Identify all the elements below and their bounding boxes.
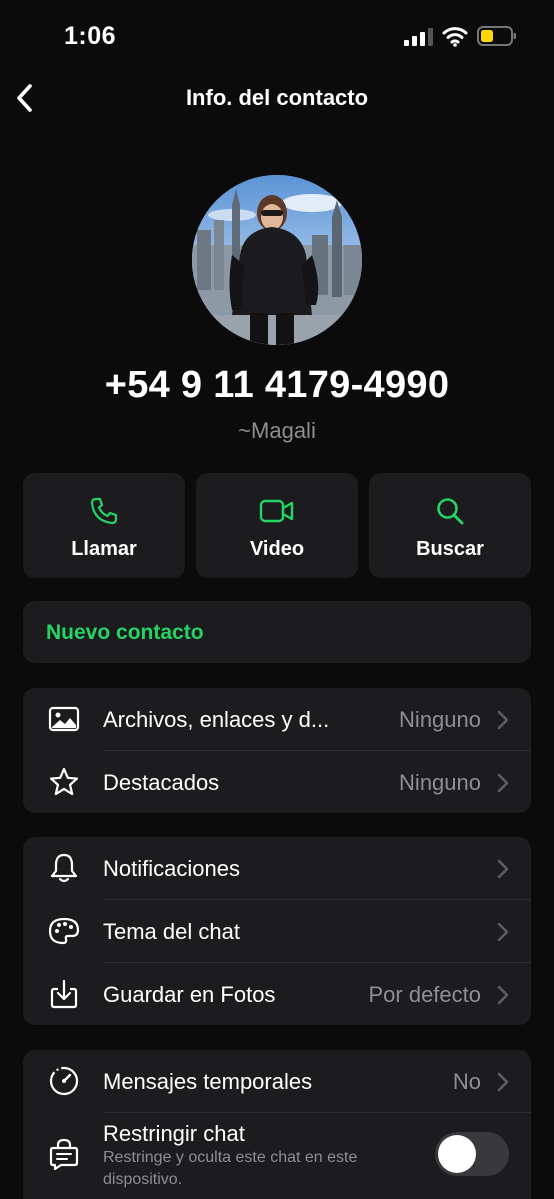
- privacy-group: Mensajes temporales No Restringir chat R…: [23, 1050, 531, 1199]
- search-button[interactable]: Buscar: [369, 473, 531, 578]
- video-call-button[interactable]: Video: [196, 473, 358, 578]
- chevron-right-icon: [497, 710, 509, 730]
- video-call-button-label: Video: [249, 538, 305, 560]
- status-time: 1:06: [64, 22, 117, 50]
- timer-icon: [49, 1066, 79, 1096]
- media-links-docs-label: Archivos, enlaces y d...: [103, 707, 330, 732]
- download-icon: [50, 979, 78, 1009]
- chat-theme-label: Tema del chat: [103, 919, 240, 944]
- contact-push-name: ~Magali: [238, 418, 316, 443]
- search-icon: [437, 498, 464, 525]
- chat-theme-row[interactable]: Tema del chat: [23, 900, 531, 962]
- new-contact-label: Nuevo contacto: [46, 621, 204, 644]
- chevron-right-icon: [497, 985, 509, 1005]
- palette-icon: [48, 917, 80, 945]
- navigation-bar: Info. del contacto: [0, 74, 554, 124]
- video-icon: [259, 499, 294, 523]
- new-contact-button[interactable]: Nuevo contacto: [23, 601, 531, 663]
- bell-icon: [50, 853, 78, 883]
- wifi-icon: [442, 27, 468, 47]
- page-title: Info. del contacto: [185, 85, 369, 110]
- restrict-chat-row: Restringir chat Restringe y oculta este …: [23, 1113, 531, 1199]
- disappearing-messages-value: No: [452, 1069, 481, 1094]
- starred-messages-row[interactable]: Destacados Ninguno: [23, 751, 531, 813]
- battery-icon: [477, 26, 516, 46]
- avatar[interactable]: [192, 175, 362, 345]
- notifications-row[interactable]: Notificaciones: [23, 837, 531, 899]
- media-links-docs-value: Ninguno: [399, 707, 481, 732]
- call-button-label: Llamar: [71, 538, 137, 560]
- call-button[interactable]: Llamar: [23, 473, 185, 578]
- disappearing-messages-label: Mensajes temporales: [103, 1069, 313, 1094]
- contact-phone-number: +54 9 11 4179-4990: [104, 364, 450, 406]
- disappearing-messages-row[interactable]: Mensajes temporales No: [23, 1050, 531, 1112]
- starred-messages-label: Destacados: [103, 770, 220, 795]
- chevron-right-icon: [497, 773, 509, 793]
- chevron-right-icon: [497, 1072, 509, 1092]
- contact-info-screen: 1:06 Info. del contacto +54 9 11 4179-49…: [0, 0, 554, 1199]
- star-icon: [49, 767, 79, 796]
- notifications-label: Notificaciones: [103, 856, 240, 881]
- save-to-photos-label: Guardar en Fotos: [103, 982, 276, 1007]
- cellular-signal-icon: [404, 28, 433, 46]
- chevron-right-icon: [497, 859, 509, 879]
- media-links-docs-row[interactable]: Archivos, enlaces y d... Ninguno: [23, 688, 531, 750]
- save-to-photos-row[interactable]: Guardar en Fotos Por defecto: [23, 963, 531, 1025]
- lock-chat-icon: [49, 1138, 79, 1171]
- avatar-photo: [192, 175, 362, 345]
- phone-icon: [90, 497, 118, 525]
- restrict-chat-toggle[interactable]: [435, 1132, 509, 1176]
- restrict-chat-label: Restringir chat: [103, 1121, 245, 1146]
- restrict-chat-description: Restringe y oculta este chat en este dis…: [103, 1149, 358, 1188]
- toggle-knob: [438, 1135, 476, 1173]
- status-bar: 1:06: [0, 0, 554, 74]
- starred-messages-value: Ninguno: [399, 770, 481, 795]
- save-to-photos-value: Por defecto: [368, 982, 481, 1007]
- chat-settings-group: Notificaciones Tema del chat Guardar en …: [23, 837, 531, 1025]
- media-group: Archivos, enlaces y d... Ninguno Destaca…: [23, 688, 531, 813]
- search-button-label: Buscar: [416, 538, 484, 560]
- photo-icon: [48, 706, 80, 732]
- chevron-right-icon: [497, 922, 509, 942]
